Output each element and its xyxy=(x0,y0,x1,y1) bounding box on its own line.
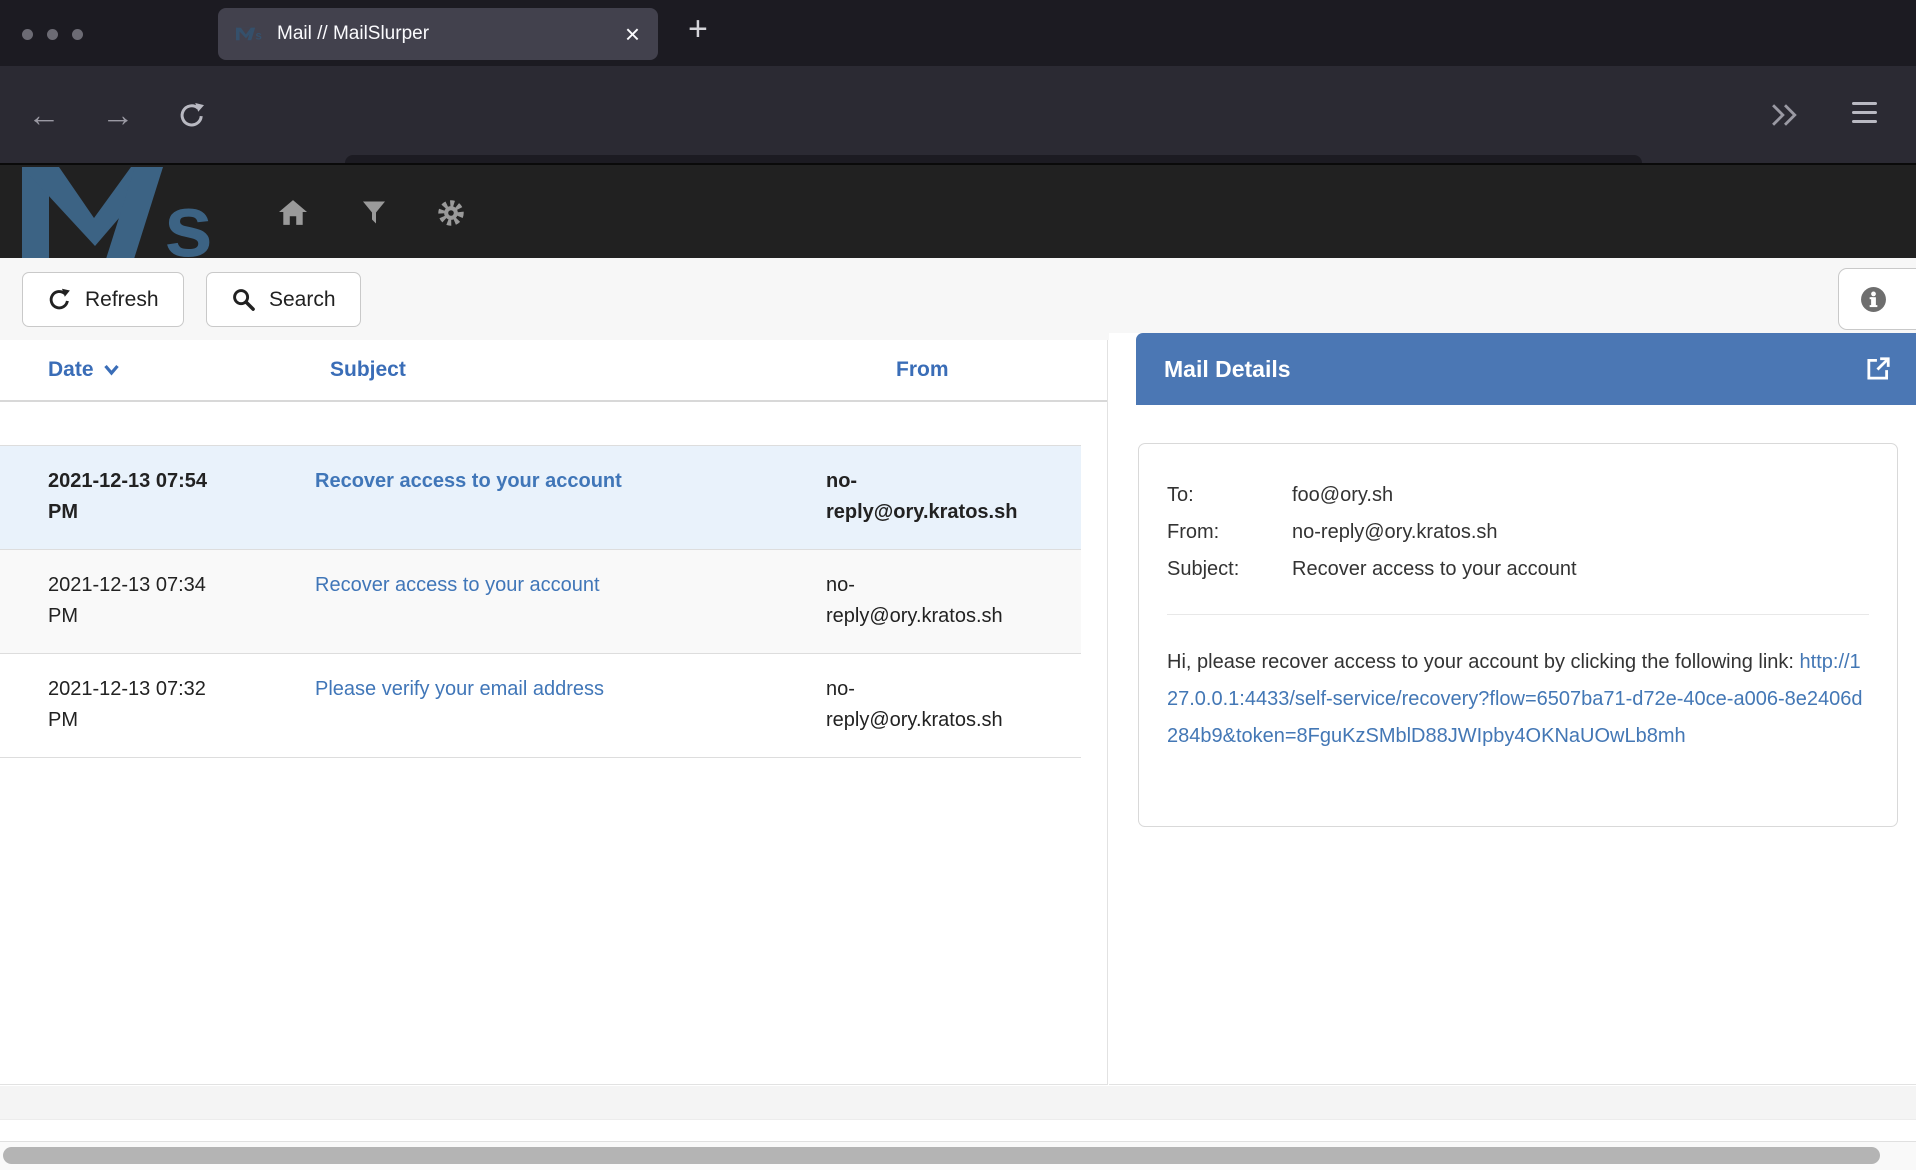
window-controls[interactable] xyxy=(22,29,83,40)
mail-list-header: Date Subject From xyxy=(0,340,1107,402)
window-dot[interactable] xyxy=(72,29,83,40)
mail-subject: Recover access to your account xyxy=(267,466,778,528)
mail-from: no-reply@ory.kratos.sh xyxy=(778,466,1080,528)
tab-mailslurper[interactable]: s Mail // MailSlurper × xyxy=(218,8,658,60)
mail-details-heading: Mail Details xyxy=(1136,333,1916,405)
mail-header-fields: To: foo@ory.sh From: no-reply@ory.kratos… xyxy=(1167,477,1869,588)
mail-row[interactable]: 2021-12-13 07:32 PM Please verify your e… xyxy=(0,653,1081,758)
mail-details-title: Mail Details xyxy=(1164,356,1291,383)
mail-subject: Recover access to your account xyxy=(267,570,778,632)
new-tab-button[interactable]: + xyxy=(688,10,708,49)
mail-from: no-reply@ory.kratos.sh xyxy=(778,674,1080,736)
toolbar: Refresh Search xyxy=(0,258,1916,340)
filter-icon[interactable] xyxy=(361,199,387,231)
svg-text:s: s xyxy=(164,176,213,259)
mail-subject-link[interactable]: Please verify your email address xyxy=(315,678,604,700)
search-label: Search xyxy=(269,288,336,312)
navigation-bar: ← → 127.0.0.1:4436/# 90% xyxy=(0,66,1916,163)
gear-icon[interactable] xyxy=(437,199,465,232)
window-dot[interactable] xyxy=(22,29,33,40)
home-icon[interactable] xyxy=(279,199,307,231)
mail-subject-link[interactable]: Recover access to your account xyxy=(315,470,622,492)
mailslurper-logo: s xyxy=(22,167,227,259)
mail-details-panel: Mail Details To: foo@ory.sh xyxy=(1109,333,1916,1085)
page-footer-strip xyxy=(0,1119,1916,1141)
svg-text:s: s xyxy=(255,30,262,41)
browser-window: s Mail // MailSlurper × + ← → xyxy=(0,0,1916,1170)
chevron-down-icon xyxy=(103,364,120,376)
column-header-date[interactable]: Date xyxy=(0,358,267,382)
mail-field-value: no-reply@ory.kratos.sh xyxy=(1292,514,1498,551)
mail-field-label: To: xyxy=(1167,477,1292,514)
search-button[interactable]: Search xyxy=(206,272,361,327)
mail-field-value: foo@ory.sh xyxy=(1292,477,1393,514)
column-header-from[interactable]: From xyxy=(778,358,1080,382)
open-in-new-window-icon[interactable] xyxy=(1864,355,1892,383)
mail-field-row: From: no-reply@ory.kratos.sh xyxy=(1167,514,1869,551)
refresh-button[interactable]: Refresh xyxy=(22,272,184,327)
mail-from: no-reply@ory.kratos.sh xyxy=(778,570,1080,632)
info-icon xyxy=(1860,286,1887,313)
mailslurper-favicon: s xyxy=(236,27,264,41)
mail-date: 2021-12-13 07:34 PM xyxy=(0,570,267,632)
tab-close-icon[interactable]: × xyxy=(625,21,640,47)
mail-subject-link[interactable]: Recover access to your account xyxy=(315,574,600,596)
mail-subject: Please verify your email address xyxy=(267,674,778,736)
mail-date: 2021-12-13 07:54 PM xyxy=(0,466,267,528)
back-icon[interactable]: ← xyxy=(18,66,70,163)
tab-strip: s Mail // MailSlurper × + xyxy=(0,0,1916,66)
reload-icon[interactable] xyxy=(166,66,218,163)
mail-body: Hi, please recover access to your accoun… xyxy=(1167,644,1869,755)
refresh-icon xyxy=(47,287,72,312)
mail-field-row: To: foo@ory.sh xyxy=(1167,477,1869,514)
info-button[interactable] xyxy=(1838,268,1916,330)
horizontal-scrollbar[interactable] xyxy=(0,1141,1916,1170)
overflow-chevrons-icon[interactable] xyxy=(1768,102,1802,133)
search-icon xyxy=(231,287,256,312)
mail-list-panel: Date Subject From 2021-12-13 07:54 PM Re… xyxy=(0,340,1108,1085)
mail-body-text: Hi, please recover access to your accoun… xyxy=(1167,651,1800,673)
card-divider xyxy=(1167,614,1869,615)
bottom-spacer xyxy=(0,1086,1916,1119)
mail-row[interactable]: 2021-12-13 07:54 PM Recover access to yo… xyxy=(0,445,1081,549)
mail-rows: 2021-12-13 07:54 PM Recover access to yo… xyxy=(0,445,1081,758)
menu-hamburger-icon[interactable] xyxy=(1852,102,1877,123)
mail-field-label: From: xyxy=(1167,514,1292,551)
mail-details-card: To: foo@ory.sh From: no-reply@ory.kratos… xyxy=(1138,443,1898,827)
column-header-subject[interactable]: Subject xyxy=(267,358,778,382)
scrollbar-thumb[interactable] xyxy=(3,1147,1880,1164)
tab-title: Mail // MailSlurper xyxy=(277,23,429,45)
mail-row[interactable]: 2021-12-13 07:34 PM Recover access to yo… xyxy=(0,549,1081,653)
forward-icon[interactable]: → xyxy=(92,66,144,163)
date-column-label: Date xyxy=(48,358,94,382)
mail-field-row: Subject: Recover access to your account xyxy=(1167,551,1869,588)
window-dot[interactable] xyxy=(47,29,58,40)
refresh-label: Refresh xyxy=(85,288,159,312)
mail-field-label: Subject: xyxy=(1167,551,1292,588)
app-header: s xyxy=(0,163,1916,258)
mail-date: 2021-12-13 07:32 PM xyxy=(0,674,267,736)
mail-field-value: Recover access to your account xyxy=(1292,551,1577,588)
